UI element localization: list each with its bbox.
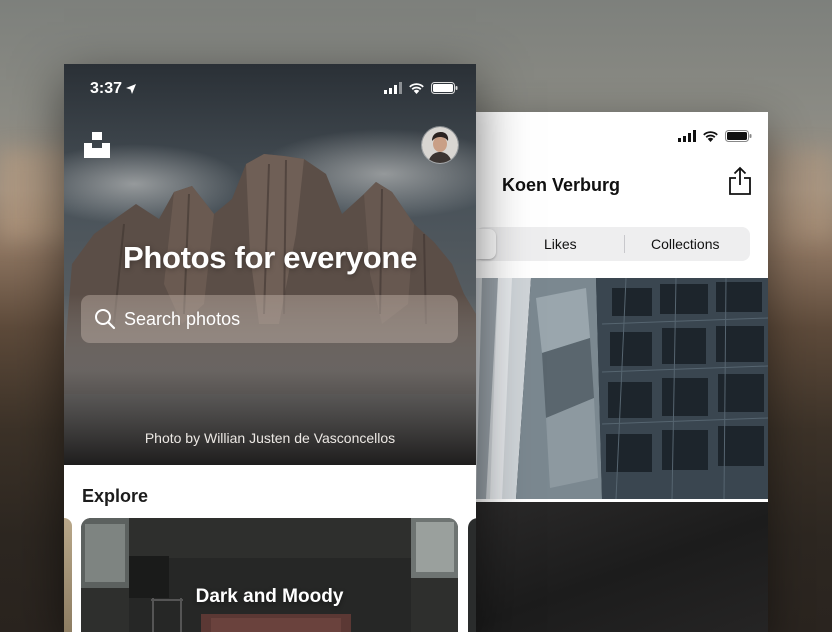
battery-icon xyxy=(431,82,458,94)
profile-screen: Koen Verburg Likes Collections xyxy=(470,112,768,632)
status-bar xyxy=(678,130,752,142)
hero: 3:37 Photos for everyone Search photos P… xyxy=(64,64,476,465)
share-icon[interactable] xyxy=(728,166,752,196)
explore-card-dark-and-moody[interactable]: Dark and Moody xyxy=(81,518,458,632)
card-image xyxy=(81,518,458,632)
status-time: 3:37 xyxy=(90,80,137,98)
tab-collections[interactable]: Collections xyxy=(651,236,719,252)
signal-icon xyxy=(384,82,402,94)
location-arrow-icon xyxy=(126,84,137,94)
tab-likes[interactable]: Likes xyxy=(544,236,577,252)
search-placeholder: Search photos xyxy=(124,308,241,329)
card-title: Dark and Moody xyxy=(195,586,344,607)
profile-tabs: Likes Collections xyxy=(476,227,750,261)
tab-divider xyxy=(624,235,625,253)
wifi-icon xyxy=(703,131,718,142)
profile-photo-dark[interactable] xyxy=(476,502,768,632)
explore-title: Explore xyxy=(82,486,149,506)
search-input[interactable]: Search photos xyxy=(81,295,458,343)
tab-photos[interactable] xyxy=(476,229,496,259)
avatar-image xyxy=(422,127,458,163)
hero-headline: Photos for everyone xyxy=(122,240,418,275)
battery-icon xyxy=(725,130,752,142)
home-screen: 3:37 Photos for everyone Search photos P… xyxy=(64,64,476,632)
status-bar xyxy=(384,82,458,94)
avatar[interactable] xyxy=(422,127,458,163)
explore-card-previous[interactable] xyxy=(64,518,72,632)
search-icon xyxy=(95,309,116,330)
wifi-icon xyxy=(409,83,424,94)
unsplash-logo-icon[interactable] xyxy=(84,132,110,158)
profile-photo-building[interactable] xyxy=(476,278,768,499)
explore-card-next[interactable] xyxy=(468,518,476,632)
photo-credit[interactable]: Photo by Willian Justen de Vasconcellos xyxy=(64,430,476,446)
signal-icon xyxy=(678,130,696,142)
profile-name: Koen Verburg xyxy=(502,175,621,195)
